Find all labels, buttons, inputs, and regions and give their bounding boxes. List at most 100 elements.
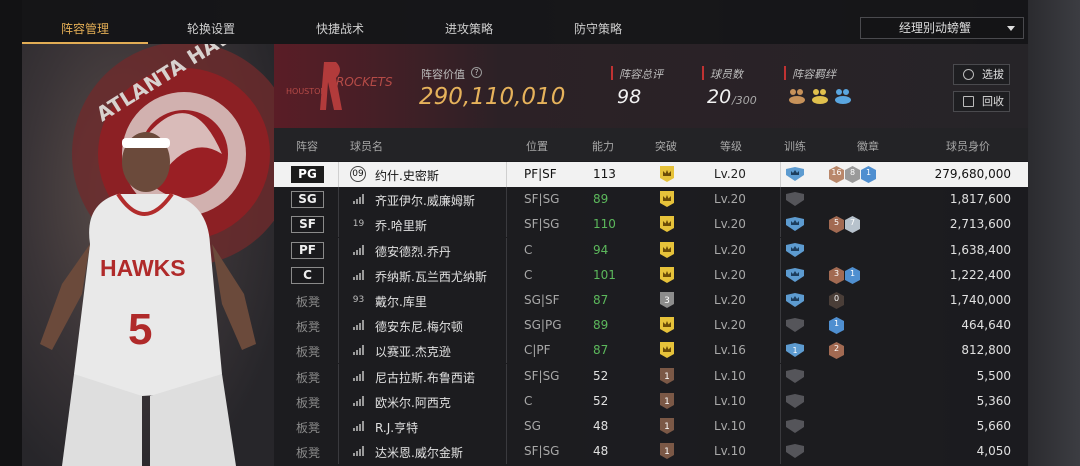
header-ability: 能力 — [592, 140, 614, 153]
table-row[interactable]: PF 德安德烈.乔丹 C 94 Lv.20 1,638,400 — [274, 237, 1036, 263]
select-button[interactable]: 选拔 — [953, 64, 1010, 85]
player-portrait: ATLANTA HAWKS HAWKS 5 — [22, 44, 274, 466]
training-empty-icon — [786, 318, 804, 333]
dropdown-value: 经理别动螃蟹 — [899, 21, 972, 35]
bench-slot-label: 板凳 — [296, 345, 321, 360]
training-empty-icon — [786, 419, 804, 433]
player-value: 2,713,600 — [949, 217, 1011, 232]
badge-hex-icon: 1 — [861, 166, 876, 183]
signal-icon — [353, 244, 365, 255]
column-divider — [506, 414, 507, 439]
breakthrough-badge: 1 — [660, 367, 674, 384]
header-position: 位置 — [526, 140, 548, 153]
team-rating-label: 阵容总评 — [619, 68, 663, 81]
player-ability: 48 — [593, 444, 609, 459]
lineup-slot-badge: PG — [291, 166, 324, 183]
column-divider — [780, 162, 781, 187]
player-position: C — [524, 267, 533, 282]
player-level: Lv.10 — [714, 393, 746, 408]
column-divider — [780, 439, 781, 465]
player-name: 约什.史密斯 — [375, 169, 439, 183]
lineup-summary: HOUSTON ROCKETS 阵容价值 ? 290,110,010 阵容总评 … — [274, 44, 1028, 128]
right-edge-background — [1028, 0, 1080, 466]
player-value: 279,680,000 — [934, 167, 1011, 181]
crown-icon — [660, 266, 674, 283]
recycle-button-label: 回收 — [982, 95, 1004, 108]
jersey-number: 5 — [128, 305, 152, 354]
tab-rotation[interactable]: 轮换设置 — [148, 0, 274, 44]
signal-icon — [353, 421, 365, 431]
manager-dropdown[interactable]: 经理别动螃蟹 — [860, 17, 1024, 39]
breakthrough-badge — [660, 166, 674, 182]
breakthrough-badge — [660, 342, 674, 359]
select-button-label: 选拔 — [982, 68, 1004, 81]
column-divider — [506, 212, 507, 238]
tab-offense[interactable]: 进攻策略 — [406, 0, 532, 44]
table-row[interactable]: 板凳 尼古拉斯.布鲁西诺 SF|SG 52 1 Lv.10 5,500 — [274, 363, 1036, 389]
team-bond-label: 阵容羁绊 — [792, 68, 836, 81]
player-name: 达米恩.威尔金斯 — [375, 446, 463, 461]
help-icon[interactable]: ? — [471, 67, 482, 78]
chevron-down-icon — [1007, 26, 1015, 31]
badge-hex-icon: 1 — [845, 266, 860, 284]
player-level: Lv.20 — [714, 293, 746, 307]
column-divider — [506, 288, 507, 313]
badge-hex-icon: 7 — [845, 216, 860, 234]
training-crown-icon — [786, 217, 804, 232]
breakthrough-badge: 1 — [660, 418, 674, 434]
lineup-value-label: 阵容价值 — [421, 68, 465, 81]
divider-marker — [784, 66, 786, 80]
lineup-value: 290,110,010 — [419, 84, 566, 110]
table-row[interactable]: SG 齐亚伊尔.威廉姆斯 SF|SG 89 Lv.20 1,817,600 — [274, 187, 1036, 213]
table-row[interactable]: 板凳 欧米尔.阿西克 C 52 1 Lv.10 5,360 — [274, 388, 1036, 414]
player-value: 1,222,400 — [949, 267, 1011, 282]
lineup-slot-badge: C — [291, 266, 324, 284]
column-divider — [506, 262, 507, 288]
column-divider — [780, 237, 781, 263]
player-level: Lv.20 — [714, 217, 746, 232]
table-row[interactable]: 板凳 以赛亚.杰克逊 C|PF 87 Lv.16 1 2 812,800 — [274, 338, 1036, 364]
players-count: 20 — [707, 86, 732, 108]
table-row[interactable]: 板凳 德安东尼.梅尔顿 SG|PG 89 Lv.20 1 464,640 — [274, 313, 1036, 339]
player-name: R.J.亨特 — [375, 421, 419, 435]
training-icon — [786, 419, 804, 433]
jersey-text: HAWKS — [100, 255, 186, 281]
player-value: 1,638,400 — [949, 242, 1011, 257]
training-icon — [786, 368, 804, 383]
player-value: 1,817,600 — [949, 192, 1011, 207]
table-row[interactable]: SF 19 乔.哈里斯 SF|SG 110 Lv.20 5 7 2,713,600 — [274, 212, 1036, 238]
player-value: 464,640 — [961, 318, 1011, 333]
table-row[interactable]: 板凳 R.J.亨特 SG 48 1 Lv.10 5,660 — [274, 414, 1036, 439]
bond-icons[interactable] — [787, 86, 853, 106]
breakthrough-badge: 3 — [660, 292, 674, 308]
tab-quick-tactics[interactable]: 快捷战术 — [277, 0, 403, 44]
column-divider — [338, 212, 339, 238]
team-rating: 98 — [617, 86, 642, 108]
breakthrough-badge: 1 — [660, 443, 674, 460]
recycle-button[interactable]: 回收 — [953, 91, 1010, 112]
tab-defense[interactable]: 防守策略 — [535, 0, 661, 44]
bench-slot-label: 板凳 — [296, 421, 321, 435]
tab-lineup[interactable]: 阵容管理 — [22, 0, 148, 44]
table-row[interactable]: PG 09 约什.史密斯 PF|SF 113 Lv.20 16 8 1 279,680,000 — [274, 162, 1036, 187]
hawks-player-illustration: ATLANTA HAWKS HAWKS 5 — [40, 44, 274, 466]
training-icon — [786, 293, 804, 307]
column-divider — [506, 439, 507, 465]
crown-icon — [660, 317, 674, 334]
header-breakthrough: 突破 — [655, 140, 677, 153]
table-row[interactable]: C 乔纳斯.瓦兰西尤纳斯 C 101 Lv.20 3 1 1,222,400 — [274, 262, 1036, 288]
player-ability: 48 — [593, 419, 609, 433]
players-count-label: 球员数 — [710, 68, 743, 81]
table-row[interactable]: 板凳 达米恩.威尔金斯 SF|SG 48 1 Lv.10 4,050 — [274, 439, 1036, 465]
player-level: Lv.20 — [714, 267, 746, 282]
player-ability: 89 — [593, 192, 609, 207]
table-row[interactable]: 板凳 93 戴尔.库里 SG|SF 87 3 Lv.20 0 1,740,000 — [274, 288, 1036, 313]
training-icon: 1 — [786, 343, 804, 358]
player-value: 5,660 — [976, 419, 1011, 433]
svg-text:1: 1 — [664, 372, 670, 382]
header-level: 等级 — [720, 140, 742, 153]
game-screen: 阵容管理 轮换设置 快捷战术 进攻策略 防守策略 经理别动螃蟹 ATLANTA … — [0, 0, 1080, 466]
player-position: SG|SF — [524, 293, 560, 307]
svg-text:1: 1 — [792, 346, 797, 355]
column-divider — [338, 313, 339, 339]
